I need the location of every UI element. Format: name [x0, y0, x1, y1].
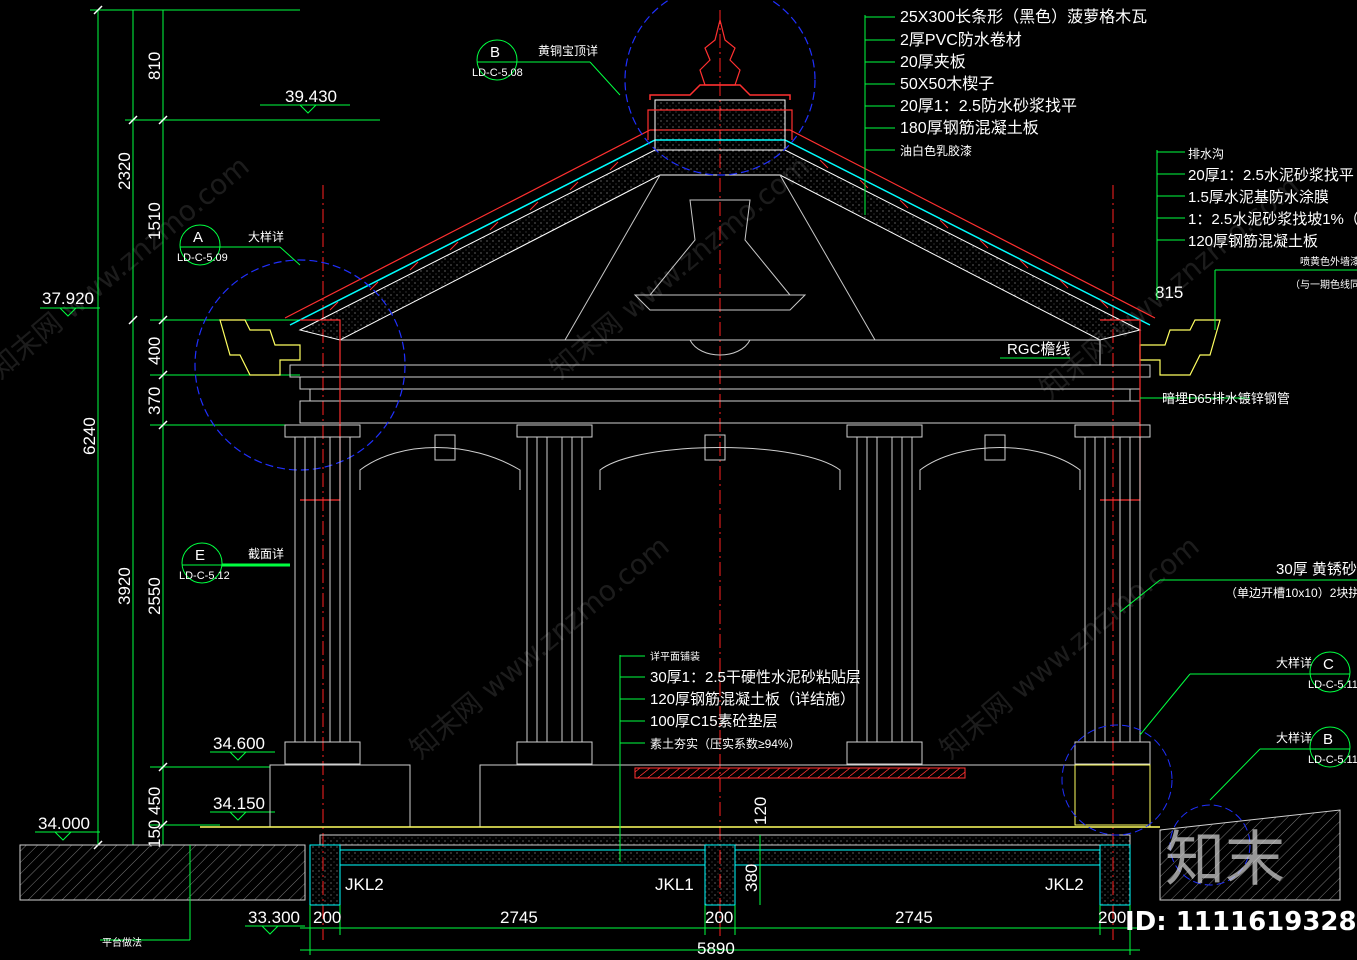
dim-450: 450	[145, 787, 164, 815]
svg-text:大样详: 大样详	[1276, 730, 1312, 745]
callout-b-top: B LD-C-5.08 黄铜宝顶详	[472, 39, 621, 96]
elev-39430: 39.430	[285, 87, 337, 106]
svg-text:1.5厚水泥基防水涂膜: 1.5厚水泥基防水涂膜	[1188, 189, 1329, 206]
svg-text:黄铜宝顶详: 黄铜宝顶详	[538, 43, 598, 58]
cad-section-drawing: 知末网 www.znzmo.com 知末网 www.znzmo.com 知末网 …	[0, 0, 1357, 958]
svg-text:（与一期色线同面）: （与一期色线同面）	[1290, 278, 1357, 291]
dim-200-c: 200	[1098, 908, 1126, 927]
dim-200-b: 200	[705, 908, 733, 927]
svg-text:20厚夹板: 20厚夹板	[900, 53, 966, 71]
svg-text:排水沟: 排水沟	[1188, 147, 1224, 161]
svg-text:120厚钢筋混凝土板（详结施）: 120厚钢筋混凝土板（详结施）	[650, 690, 855, 708]
beam-right: JKL2	[1045, 875, 1084, 894]
floor-notes: 详平面铺装 30厚1：2.5干硬性水泥砂粘贴层 120厚钢筋混凝土板（详结施） …	[619, 650, 861, 862]
roof-notes: 25X300长条形（黑色）菠萝格木瓦 2厚PVC防水卷材 20厚夹板 50X50…	[864, 8, 1147, 215]
svg-text:180厚钢筋混凝土板: 180厚钢筋混凝土板	[900, 119, 1039, 137]
svg-text:知末: 知末	[1165, 825, 1285, 895]
beam-left: JKL2	[345, 875, 384, 894]
dim-2745-b: 2745	[895, 908, 933, 927]
svg-text:平台做法: 平台做法	[102, 936, 142, 949]
svg-text:详平面铺装: 详平面铺装	[650, 650, 700, 663]
svg-text:30厚1：2.5干硬性水泥砂粘贴层: 30厚1：2.5干硬性水泥砂粘贴层	[650, 669, 861, 686]
svg-text:20厚1：2.5水泥砂浆找平: 20厚1：2.5水泥砂浆找平	[1188, 166, 1354, 184]
dim-380: 380	[742, 864, 761, 892]
svg-text:E: E	[195, 547, 205, 564]
svg-text:120厚钢筋混凝土板: 120厚钢筋混凝土板	[1188, 232, 1318, 250]
svg-text:100厚C15素砼垫层: 100厚C15素砼垫层	[650, 713, 778, 730]
dim-2320: 2320	[115, 152, 134, 190]
svg-text:油白色乳胶漆: 油白色乳胶漆	[900, 143, 972, 158]
svg-text:B: B	[1323, 731, 1333, 748]
dim-120: 120	[751, 797, 770, 825]
svg-text:LD-C-5.09: LD-C-5.09	[177, 252, 228, 264]
svg-text:大样详: 大样详	[1276, 655, 1312, 670]
dim-2745-a: 2745	[500, 908, 538, 927]
svg-text:LD-C-5.12: LD-C-5.12	[179, 570, 230, 582]
svg-text:LD-C-5.11: LD-C-5.11	[1308, 679, 1357, 691]
elev-34150: 34.150	[213, 794, 265, 813]
beam-mid: JKL1	[655, 875, 694, 894]
svg-text:B: B	[490, 44, 500, 61]
svg-text:截面详: 截面详	[248, 546, 284, 561]
column-3	[846, 424, 923, 765]
dim-2550: 2550	[145, 577, 164, 615]
svg-text:知末网 www.znzmo.com: 知末网 www.znzmo.com	[933, 529, 1205, 765]
svg-text:（单边开槽10x10）2块拼接: （单边开槽10x10）2块拼接	[1225, 585, 1357, 600]
svg-text:大样详: 大样详	[248, 229, 284, 244]
dim-1510: 1510	[145, 202, 164, 240]
svg-text:1：2.5水泥砂浆找坡1%（最薄处20厚）: 1：2.5水泥砂浆找坡1%（最薄处20厚）	[1188, 210, 1357, 228]
svg-text:喷黄色外墙漆: 喷黄色外墙漆	[1300, 255, 1357, 268]
elev-37920: 37.920	[42, 289, 94, 308]
dim-3920: 3920	[115, 567, 134, 605]
elev-34600: 34.600	[213, 734, 265, 753]
svg-text:ID: 1111619328: ID: 1111619328	[1125, 907, 1357, 937]
callout-e: E LD-C-5.12 截面详	[179, 542, 290, 584]
svg-text:素土夯实（压实系数≥94%）: 素土夯实（压实系数≥94%）	[650, 736, 801, 751]
callout-c: C LD-C-5.11 大样详	[1139, 651, 1357, 736]
svg-text:50X50木楔子: 50X50木楔子	[900, 75, 994, 93]
svg-text:知末网 www.znzmo.com: 知末网 www.znzmo.com	[403, 529, 675, 765]
callout-b-right: B LD-C-5.11 大样详	[1209, 726, 1357, 801]
elev-34000: 34.000	[38, 814, 90, 833]
dim-370: 370	[145, 387, 164, 415]
svg-text:暗埋D65排水镀锌钢管: 暗埋D65排水镀锌钢管	[1162, 391, 1290, 406]
svg-text:C: C	[1323, 656, 1334, 673]
dim-400: 400	[145, 337, 164, 365]
elev-33300: 33.300	[248, 908, 300, 927]
dim-815: 815	[1155, 283, 1183, 302]
svg-text:LD-C-5.08: LD-C-5.08	[472, 67, 523, 79]
dim-6240: 6240	[80, 417, 99, 455]
svg-text:20厚1：2.5防水砂浆找平: 20厚1：2.5防水砂浆找平	[900, 97, 1077, 115]
svg-text:RGC檐线: RGC檐线	[1007, 341, 1070, 358]
dim-200-a: 200	[313, 908, 341, 927]
svg-text:2厚PVC防水卷材: 2厚PVC防水卷材	[900, 31, 1022, 49]
vertical-dimensions	[90, 5, 380, 850]
svg-text:知末网 www.znzmo.com: 知末网 www.znzmo.com	[543, 149, 815, 385]
roof-section	[284, 0, 1156, 341]
svg-text:25X300长条形（黑色）菠萝格木瓦: 25X300长条形（黑色）菠萝格木瓦	[900, 8, 1147, 26]
dim-810: 810	[145, 52, 164, 80]
dim-5890: 5890	[697, 939, 735, 958]
svg-text:LD-C-5.11: LD-C-5.11	[1308, 754, 1357, 766]
callout-a: A LD-C-5.09 大样详	[177, 224, 301, 266]
svg-text:30厚 黄锈砂岩: 30厚 黄锈砂岩	[1276, 561, 1357, 578]
dim-150: 150	[145, 820, 164, 848]
svg-text:A: A	[193, 229, 203, 246]
